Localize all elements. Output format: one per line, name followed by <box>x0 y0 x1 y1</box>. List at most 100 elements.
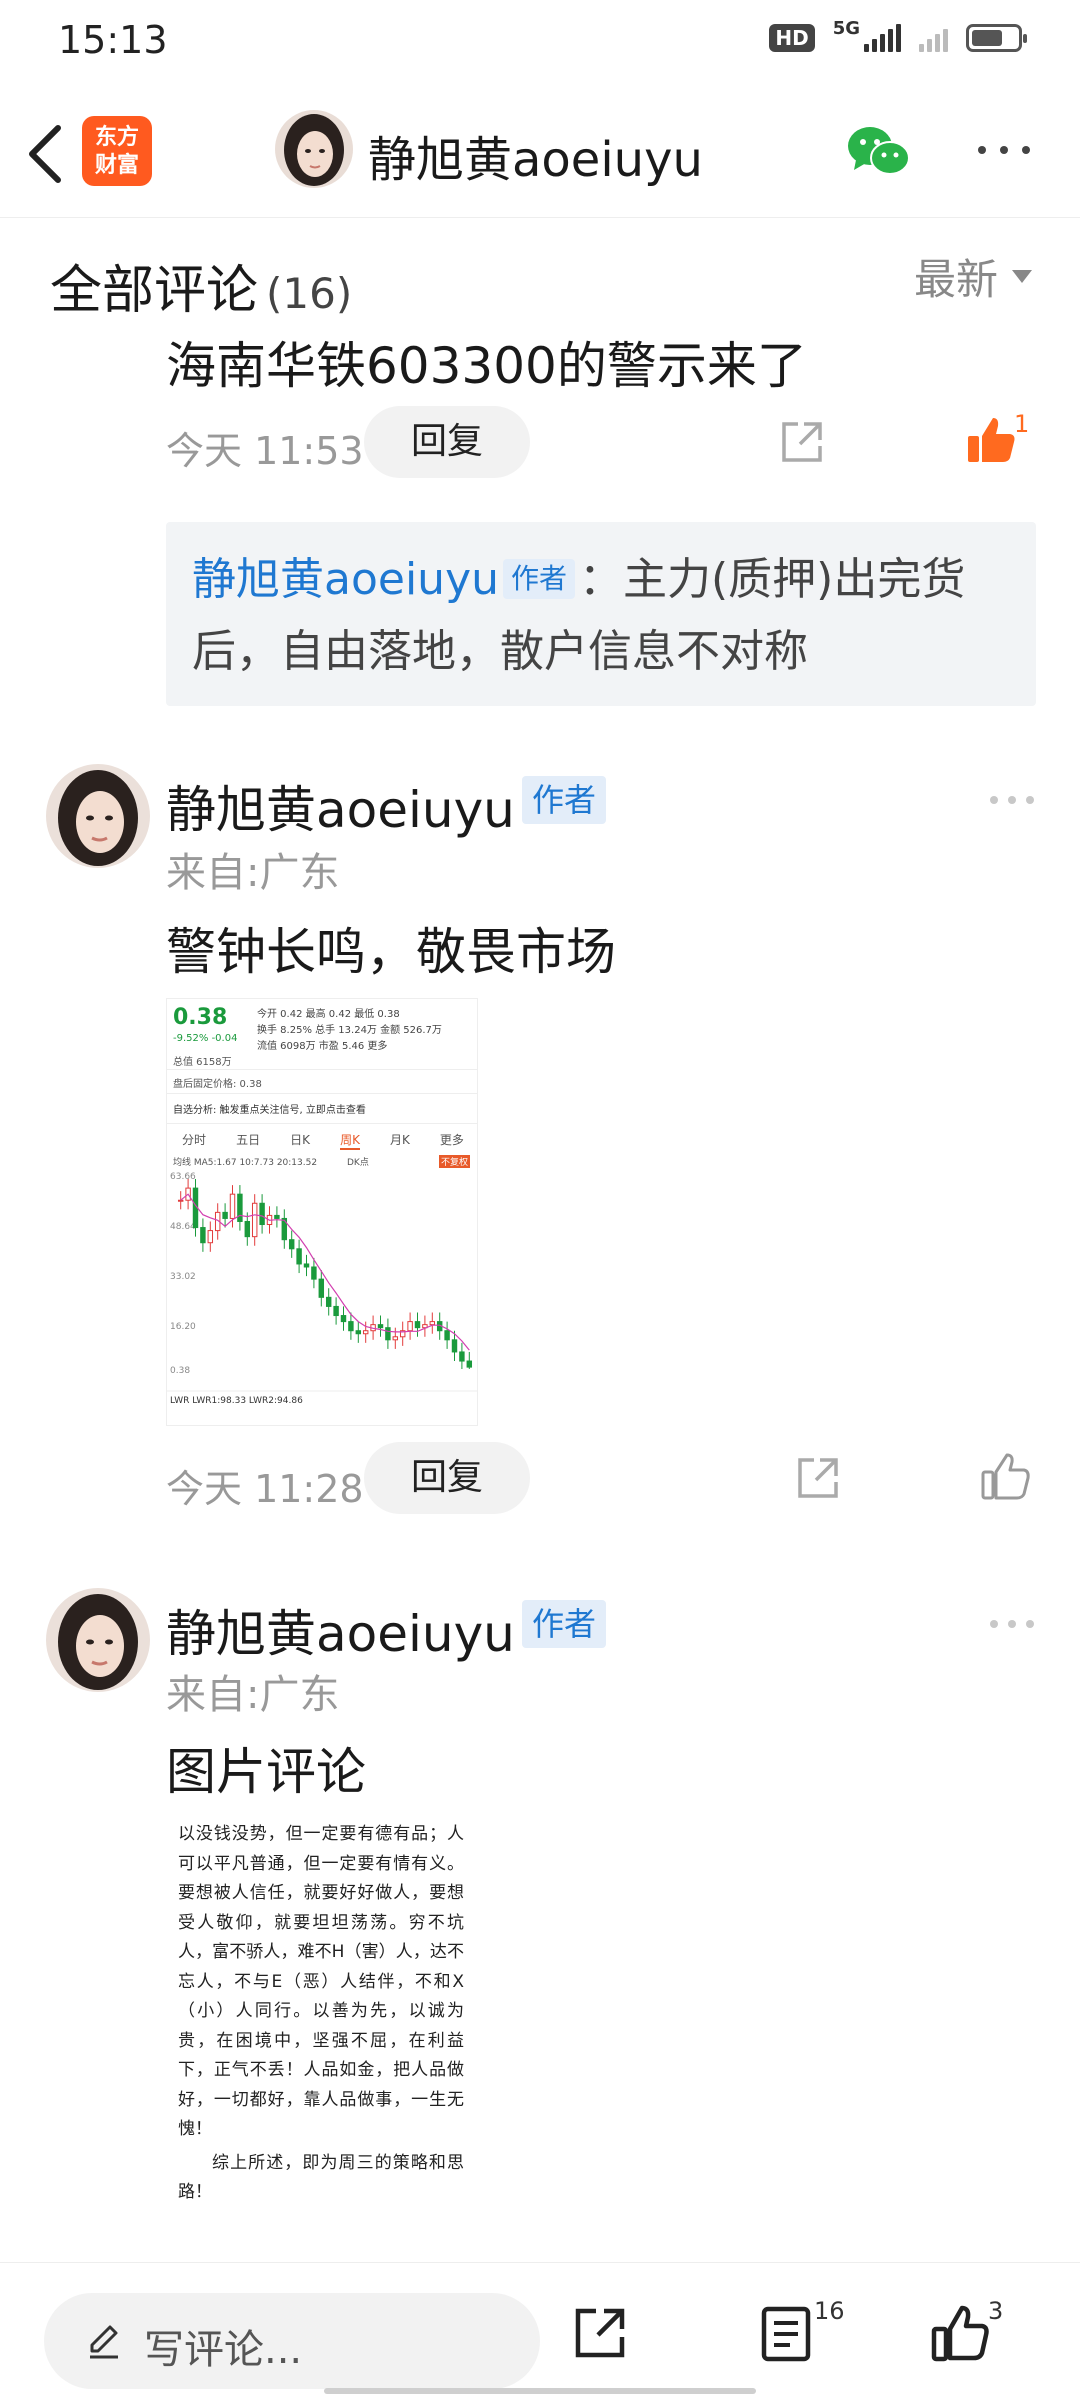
comment-more-button[interactable] <box>990 790 1038 810</box>
comment-text: 海南华铁603300的警示来了 <box>166 337 807 395</box>
text-comment-image[interactable]: 以没钱没势，但一定要有德有品；人可以平凡普通，但一定要有情有义。要想被人信任，就… <box>166 1820 476 2240</box>
comments-count: 16 <box>814 2297 845 2325</box>
y-label: 33.02 <box>170 1272 196 1282</box>
candle-body <box>466 1360 473 1368</box>
chevron-down-icon <box>1012 270 1032 283</box>
back-button[interactable] <box>20 114 80 194</box>
candle-body <box>377 1324 384 1329</box>
comment-input[interactable]: 写评论... <box>44 2293 540 2389</box>
sort-dropdown[interactable]: 最新 <box>914 246 1032 307</box>
candle-body <box>244 1220 251 1238</box>
section-title: 全部评论 (16) <box>50 248 352 323</box>
user-location: 来自:广东 <box>166 850 340 896</box>
candle-body <box>251 1202 258 1238</box>
comments-button[interactable] <box>756 2303 816 2363</box>
stock-tab: 月K <box>389 1133 410 1147</box>
share-button[interactable] <box>778 418 826 466</box>
quoted-comment[interactable]: 静旭黄aoeiuyu 作者 ：主力(质押)出完货后，自由落地，散户信息不对称 <box>166 522 1036 706</box>
candle-body <box>451 1339 458 1353</box>
like-button[interactable] <box>930 2303 990 2363</box>
quote-author[interactable]: 静旭黄aoeiuyu <box>192 554 499 605</box>
avatar-image <box>46 1588 150 1692</box>
candle-body <box>222 1211 228 1219</box>
reply-button[interactable]: 回复 <box>364 406 530 478</box>
y-label: 0.38 <box>170 1366 190 1376</box>
thumbs-up-icon <box>981 1453 1030 1500</box>
comment-time: 今天 11:28 <box>166 1467 364 1511</box>
logo-line-1: 东方 <box>94 125 139 150</box>
stock-tab: 日K <box>290 1133 311 1147</box>
user-name[interactable]: 静旭黄aoeiuyu <box>166 770 515 842</box>
user-name[interactable]: 静旭黄aoeiuyu <box>166 1594 515 1666</box>
stock-stats-row-1: 今开 0.42 最高 0.42 最低 0.38 <box>257 1009 400 1020</box>
candle-body <box>429 1321 436 1326</box>
stock-tab-active: 周K <box>340 1131 360 1150</box>
status-icons: HD 5G <box>769 18 1027 52</box>
stock-ma-text: 均线 MA5:1.67 10:7.73 20:13.52 <box>173 1158 318 1168</box>
stock-fq-label: 不复权 <box>439 1155 471 1168</box>
share-button[interactable] <box>570 2303 630 2363</box>
back-icon <box>29 125 61 183</box>
stock-stats-row-3: 流值 6098万 市盈 5.46 更多 <box>257 1041 388 1052</box>
stock-change-pct: -9.52% <box>173 1033 209 1044</box>
user-location: 来自:广东 <box>166 1672 340 1718</box>
candle-body <box>318 1278 325 1298</box>
stock-change-abs: -0.04 <box>211 1033 238 1044</box>
app-logo[interactable]: 东方 财富 <box>82 116 152 186</box>
comment-time: 今天 11:53 <box>166 429 364 473</box>
y-label: 16.20 <box>170 1322 196 1332</box>
bottom-bar: 写评论... 16 3 <box>0 2262 1080 2400</box>
comment-text: 图片评论 <box>166 1743 366 1801</box>
reply-button[interactable]: 回复 <box>364 1442 530 1514</box>
like-button[interactable] <box>980 1450 1032 1502</box>
thumbs-up-filled-icon <box>968 418 1015 462</box>
image-paragraph-2: 综上所述，即为周三的策略和思路！ <box>178 2152 464 2203</box>
like-total: 3 <box>988 2297 1004 2325</box>
candle-body <box>259 1202 265 1226</box>
stock-stats: 今开 0.42 最高 0.42 最低 0.38 换手 8.25% 总手 13.2… <box>257 1007 475 1055</box>
candle-body <box>229 1193 236 1219</box>
stock-price: 0.38 <box>173 1005 228 1030</box>
comment-more-button[interactable] <box>990 1614 1038 1634</box>
stock-tab: 五日 <box>236 1133 261 1147</box>
candle-body <box>237 1193 243 1222</box>
author-badge: 作者 <box>522 776 607 824</box>
comment-count: (16) <box>266 269 353 318</box>
section-title-label: 全部评论 <box>50 261 259 321</box>
stock-chart-image[interactable]: 0.38 -9.52% -0.04 今开 0.42 最高 0.42 最低 0.3… <box>166 998 478 1426</box>
wechat-button[interactable] <box>846 124 912 180</box>
signal-dim-icon <box>919 24 948 52</box>
stock-dk-label: DK点 <box>347 1158 369 1168</box>
network-type-label: 5G <box>832 17 860 39</box>
author-badge: 作者 <box>503 559 576 599</box>
status-time: 15:13 <box>58 18 168 62</box>
stock-total-value: 总值 6158万 <box>173 1057 232 1068</box>
y-label: 63.66 <box>170 1172 196 1182</box>
more-button[interactable] <box>972 130 1036 170</box>
comment-placeholder: 写评论... <box>144 2327 303 2373</box>
stock-change: -9.52% -0.04 <box>173 1033 237 1044</box>
candle-body <box>200 1227 206 1244</box>
like-button[interactable] <box>966 414 1018 466</box>
avatar[interactable] <box>46 1588 150 1692</box>
candle-body <box>355 1330 362 1335</box>
share-button[interactable] <box>794 1454 842 1502</box>
wechat-icon <box>848 127 910 175</box>
thumbs-up-icon <box>931 2305 989 2362</box>
y-label: 48.64 <box>170 1222 196 1232</box>
hd-icon: HD <box>769 24 815 52</box>
candle-body <box>333 1305 339 1317</box>
candle-body <box>303 1263 310 1268</box>
sort-label: 最新 <box>913 255 998 304</box>
image-paragraph-1: 以没钱没势，但一定要有德有品；人可以平凡普通，但一定要有情有义。要想被人信任，就… <box>178 1824 464 2139</box>
signal-icon <box>864 24 901 52</box>
candle-body <box>325 1296 332 1307</box>
candle-body <box>311 1266 317 1280</box>
avatar[interactable] <box>46 764 150 868</box>
comments-icon <box>761 2306 811 2362</box>
candle-body <box>207 1230 214 1244</box>
header-avatar[interactable] <box>275 110 353 188</box>
candle-body <box>340 1315 347 1323</box>
candle-body <box>407 1321 413 1332</box>
header-user-name[interactable]: 静旭黄aoeiuyu <box>368 120 703 190</box>
